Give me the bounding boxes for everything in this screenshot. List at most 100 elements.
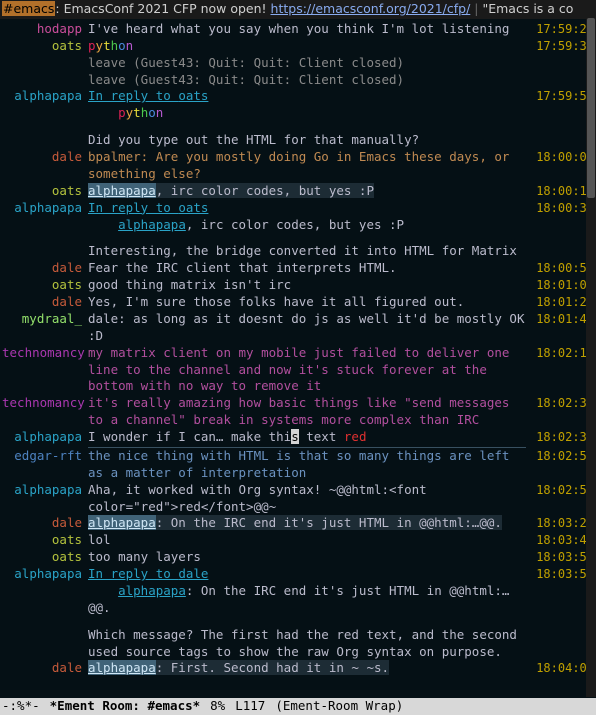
message-text: In reply to oats python [88, 88, 530, 122]
nick-dale[interactable]: dale [2, 260, 88, 277]
message-row: dale Yes, I'm sure those folks have it a… [0, 294, 596, 311]
nick-oats[interactable]: oats [2, 38, 88, 55]
message-row: dale alphapapa: First. Second had it in … [0, 660, 596, 677]
message-row: oats alphapapa, irc color codes, but yes… [0, 183, 596, 200]
timestamp: 18:00:35 [530, 200, 594, 216]
message-text: Aha, it worked with Org syntax! ~@@html:… [88, 482, 530, 516]
modeline-mode: (Ement-Room Wrap) [275, 698, 403, 715]
message-text: python [88, 38, 530, 55]
nick-alphapapa[interactable]: alphapapa [2, 88, 88, 105]
message-text: Fear the IRC client that interprets HTML… [88, 260, 530, 277]
compose-input[interactable]: I wonder if I can… make this text red [88, 429, 530, 448]
reply-link[interactable]: In reply to [88, 200, 178, 215]
message-text: good thing matrix isn't irc [88, 277, 530, 294]
reply-target[interactable]: oats [178, 88, 208, 103]
message-text: it's really amazing how basic things lik… [88, 395, 530, 429]
timestamp: 18:01:21 [530, 294, 594, 310]
timestamp: 18:03:29 [530, 515, 594, 531]
reply-link[interactable]: In reply to [88, 566, 178, 581]
message-text: Which message? The first had the red tex… [88, 617, 530, 661]
nick-alphapapa[interactable]: alphapapa [2, 482, 88, 499]
timestamp: 18:02:55 [530, 448, 594, 464]
timestamp: 18:00:50 [530, 260, 594, 276]
message-row: oats too many layers 18:03:52 [0, 549, 596, 566]
message-text: lol [88, 532, 530, 549]
nick-alphapapa[interactable]: alphapapa [2, 566, 88, 583]
timestamp: 18:02:57 [530, 482, 594, 498]
message-text: alphapapa: On the IRC end it's just HTML… [88, 515, 530, 532]
nick-alphapapa[interactable]: alphapapa [2, 200, 88, 217]
reply-target[interactable]: dale [178, 566, 208, 581]
message-row: dale Fear the IRC client that interprets… [0, 260, 596, 277]
nick-technomancy[interactable]: technomancy [2, 345, 88, 362]
window-title-bar: #emacs: EmacsConf 2021 CFP now open! htt… [0, 0, 596, 19]
timestamp: 18:01:05 [530, 277, 594, 293]
nick-dale[interactable]: dale [2, 515, 88, 532]
message-row: technomancy my matrix client on my mobil… [0, 345, 596, 396]
message-row: alphapapa In reply to dale alphapapa: On… [0, 566, 596, 617]
message-row: technomancy it's really amazing how basi… [0, 395, 596, 429]
timestamp: 18:01:44 [530, 311, 594, 327]
timestamp: 18:00:19 [530, 183, 594, 199]
nick-oats[interactable]: oats [2, 183, 88, 200]
nick-oats[interactable]: oats [2, 549, 88, 566]
quoted-nick[interactable]: alphapapa [118, 583, 186, 598]
message-text: alphapapa: First. Second had it in ~ ~s. [88, 660, 530, 677]
timestamp: 18:02:35 [530, 429, 594, 445]
nick-alphapapa[interactable]: alphapapa [2, 429, 88, 446]
message-row: oats python 17:59:31 [0, 38, 596, 55]
message-row: alphapapa In reply to oats alphapapa, ir… [0, 200, 596, 234]
message-text: too many layers [88, 549, 530, 566]
timestamp: 18:04:08 [530, 660, 594, 676]
reply-link[interactable]: In reply to [88, 88, 178, 103]
modeline-line: L117 [235, 698, 265, 715]
message-text: I've heard what you say when you think I… [88, 21, 530, 38]
scrollbar[interactable] [586, 18, 596, 697]
nick-oats[interactable]: oats [2, 277, 88, 294]
server-event: leave (Guest43: Quit: Quit: Client close… [0, 55, 596, 72]
buffer-name: *Ement Room: #emacs* [50, 698, 201, 715]
message-row: oats lol 18:03:46 [0, 532, 596, 549]
timestamp: 18:00:09 [530, 149, 594, 165]
nick-dale[interactable]: dale [2, 149, 88, 166]
message-text: Did you type out the HTML for that manua… [88, 122, 530, 149]
message-row: dale alphapapa: On the IRC end it's just… [0, 515, 596, 532]
message-row: Which message? The first had the red tex… [0, 617, 596, 661]
reply-target[interactable]: oats [178, 200, 208, 215]
message-text: dale: as long as it doesnt do js as well… [88, 311, 530, 345]
mention-self[interactable]: alphapapa [88, 515, 156, 530]
topic-link[interactable]: https://emacsconf.org/2021/cfp/ [271, 1, 471, 16]
mention-self[interactable]: alphapapa [88, 183, 156, 198]
chat-log: hodapp I've heard what you say when you … [0, 19, 596, 677]
scrollbar-thumb[interactable] [587, 18, 595, 198]
message-text: alphapapa, irc color codes, but yes :P [88, 183, 530, 200]
server-message: leave (Guest43: Quit: Quit: Client close… [88, 72, 530, 89]
message-row: alphapapa In reply to oats python 17:59:… [0, 88, 596, 122]
topic-text: EmacsConf 2021 CFP now open! [64, 1, 271, 16]
nick-edgar-rft[interactable]: edgar-rft [2, 448, 88, 465]
server-message: leave (Guest43: Quit: Quit: Client close… [88, 55, 530, 72]
mention-self[interactable]: alphapapa [88, 660, 156, 675]
nick-technomancy[interactable]: technomancy [2, 395, 88, 412]
nick-oats[interactable]: oats [2, 532, 88, 549]
message-text: my matrix client on my mobile just faile… [88, 345, 530, 396]
channel-tag: #emacs [2, 1, 55, 16]
quoted-nick[interactable]: alphapapa [118, 217, 186, 232]
mode-line: -:%*- *Ement Room: #emacs* 8% L117 (Emen… [0, 698, 596, 715]
nick-mydraal[interactable]: mydraal_ [2, 311, 88, 328]
nick-dale[interactable]: dale [2, 294, 88, 311]
message-row: hodapp I've heard what you say when you … [0, 21, 596, 38]
message-row: mydraal_ dale: as long as it doesnt do j… [0, 311, 596, 345]
message-row: alphapapa Aha, it worked with Org syntax… [0, 482, 596, 516]
message-text: the nice thing with HTML is that so many… [88, 448, 530, 482]
nick-dale[interactable]: dale [2, 660, 88, 677]
modeline-percent: 8% [210, 698, 225, 715]
timestamp: 18:02:35 [530, 395, 594, 411]
message-row: Interesting, the bridge converted it int… [0, 233, 596, 260]
text-cursor: s [291, 429, 299, 444]
timestamp: 18:03:59 [530, 566, 594, 582]
timestamp: 17:59:25 [530, 21, 594, 37]
timestamp: 18:03:52 [530, 549, 594, 565]
message-row: edgar-rft the nice thing with HTML is th… [0, 448, 596, 482]
nick-hodapp[interactable]: hodapp [2, 21, 88, 38]
